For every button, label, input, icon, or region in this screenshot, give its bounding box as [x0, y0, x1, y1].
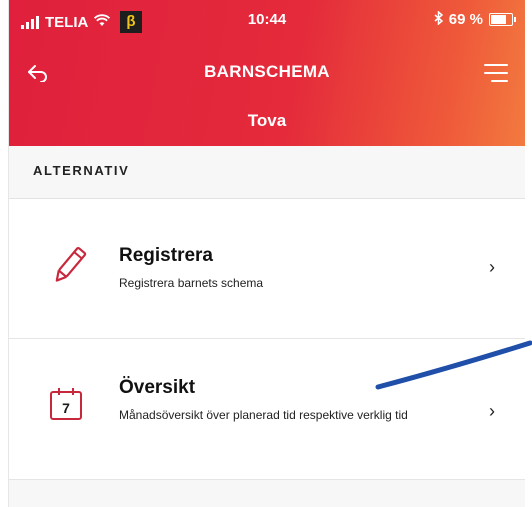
status-left: TELIA β [21, 11, 142, 33]
app-header: TELIA β 10:44 69 % BARNSCHEMA Tova [9, 0, 525, 146]
menu-button[interactable] [481, 60, 511, 86]
page-title: BARNSCHEMA [204, 62, 330, 81]
status-right: 69 % [434, 10, 516, 28]
option-title: Översikt [119, 377, 196, 398]
beta-badge: β [120, 11, 142, 33]
calendar-day: 7 [62, 400, 70, 416]
chevron-right-icon: › [489, 401, 495, 421]
menu-icon [484, 64, 508, 66]
option-title: Registrera [119, 245, 213, 266]
battery-percent: 69 % [448, 11, 483, 28]
option-oversikt[interactable]: 7 Översikt Månadsöversikt över planerad … [9, 339, 525, 480]
section-label: ALTERNATIV [33, 163, 130, 178]
wifi-icon [94, 14, 111, 30]
signal-icon [21, 15, 39, 29]
pencil-icon [49, 243, 89, 294]
option-registrera-text: Registrera Registrera barnets schema [119, 245, 459, 291]
child-name: Tova [247, 111, 287, 130]
nav-bar: BARNSCHEMA [9, 52, 525, 92]
battery-icon [489, 13, 516, 26]
section-header: ALTERNATIV [9, 146, 525, 199]
bluetooth-icon [434, 10, 443, 28]
calendar-icon: 7 [49, 387, 83, 426]
option-oversikt-text: Översikt Månadsöversikt över planerad ti… [119, 377, 459, 423]
phone-screen: TELIA β 10:44 69 % BARNSCHEMA Tova ALTER… [8, 0, 525, 507]
option-description: Månadsöversikt över planerad tid respekt… [119, 408, 408, 422]
chevron-right-icon: › [489, 257, 495, 277]
status-bar: TELIA β 10:44 69 % [9, 0, 525, 40]
bottom-area [9, 480, 525, 507]
carrier-name: TELIA [45, 13, 89, 31]
option-description: Registrera barnets schema [119, 276, 264, 290]
option-registrera[interactable]: Registrera Registrera barnets schema › [9, 199, 525, 339]
battery-fill [491, 15, 507, 24]
